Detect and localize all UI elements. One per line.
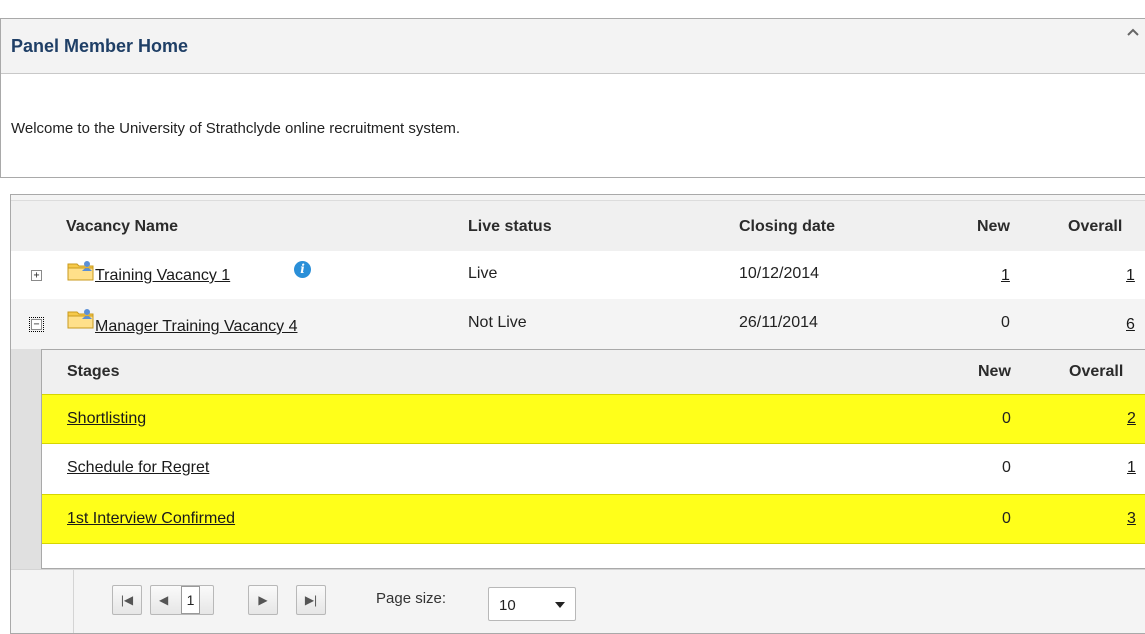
prev-page-icon: ◀ (159, 593, 169, 607)
stage-new-count: 0 (1002, 459, 1011, 476)
col-stages[interactable]: Stages (67, 363, 119, 381)
col-vacancy-name[interactable]: Vacancy Name (66, 218, 178, 236)
folder-user-icon (67, 309, 94, 329)
panel-title: Panel Member Home (11, 36, 189, 56)
col-overall[interactable]: Overall (1068, 218, 1122, 236)
stage-link[interactable]: Schedule for Regret (67, 459, 209, 477)
col-stage-overall[interactable]: Overall (1069, 363, 1123, 381)
vacancy-name-link[interactable]: Manager Training Vacancy 4 (95, 318, 297, 336)
col-stage-new[interactable]: New (978, 363, 1011, 381)
vacancy-row: + Training Vacancy 1 i Live 10/12/2014 1… (11, 251, 1145, 299)
closing-date: 10/12/2014 (739, 265, 820, 282)
col-new[interactable]: New (977, 218, 1010, 236)
last-page-button[interactable]: ▶| (296, 585, 326, 615)
vacancy-grid: Vacancy Name Live status Closing date Ne… (10, 194, 1145, 634)
stage-new-count: 0 (1002, 510, 1011, 527)
panel-header: Panel Member Home (1, 19, 1145, 74)
collapse-icon[interactable]: − (29, 317, 44, 332)
overall-count-link[interactable]: 1 (1126, 267, 1135, 285)
pager-divider (73, 570, 74, 633)
current-page-input[interactable]: 1 (181, 586, 200, 614)
col-closing-date[interactable]: Closing date (739, 218, 835, 236)
stage-link[interactable]: Shortlisting (67, 410, 146, 428)
stages-table: Stages New Overall Shortlisting 0 2 Sche… (41, 349, 1145, 569)
chevron-up-icon[interactable] (1126, 25, 1140, 39)
pager: |◀ ◀ 1 ▶ ▶| Page size: 10 (11, 569, 1145, 633)
stage-row: Schedule for Regret 0 1 (42, 444, 1145, 494)
vacancy-name-link[interactable]: Training Vacancy 1 (95, 267, 230, 285)
folder-user-icon (67, 261, 94, 281)
stage-overall-link[interactable]: 3 (1127, 510, 1136, 528)
live-status: Not Live (468, 314, 527, 331)
new-count-link[interactable]: 1 (1001, 267, 1010, 285)
dropdown-arrow-icon (555, 602, 565, 608)
next-page-button[interactable]: ▶ (248, 585, 278, 615)
vacancy-row: − Manager Training Vacancy 4 Not Live 26… (11, 299, 1145, 349)
page-size-select[interactable]: 10 (488, 587, 576, 621)
new-count: 0 (1001, 314, 1010, 331)
info-icon[interactable]: i (294, 261, 311, 278)
stage-row: 1st Interview Confirmed 0 3 (42, 494, 1145, 544)
live-status: Live (468, 265, 498, 282)
stage-overall-link[interactable]: 1 (1127, 459, 1136, 477)
stage-overall-link[interactable]: 2 (1127, 410, 1136, 428)
grid-header-row: Vacancy Name Live status Closing date Ne… (11, 201, 1145, 252)
col-live-status[interactable]: Live status (468, 218, 552, 236)
detail-gutter (11, 349, 41, 569)
page-size-value: 10 (499, 597, 516, 614)
stage-link[interactable]: 1st Interview Confirmed (67, 510, 235, 528)
expand-icon[interactable]: + (31, 270, 42, 281)
closing-date: 26/11/2014 (739, 314, 818, 331)
stage-row: Shortlisting 0 2 (42, 394, 1145, 444)
welcome-message: Welcome to the University of Strathclyde… (11, 120, 461, 137)
page-size-label: Page size: (376, 590, 447, 607)
stages-header-row: Stages New Overall (42, 350, 1145, 395)
stage-new-count: 0 (1002, 410, 1011, 427)
first-page-button[interactable]: |◀ (112, 585, 142, 615)
panel-member-home: Panel Member Home Welcome to the Univers… (0, 18, 1145, 178)
overall-count-link[interactable]: 6 (1126, 316, 1135, 334)
